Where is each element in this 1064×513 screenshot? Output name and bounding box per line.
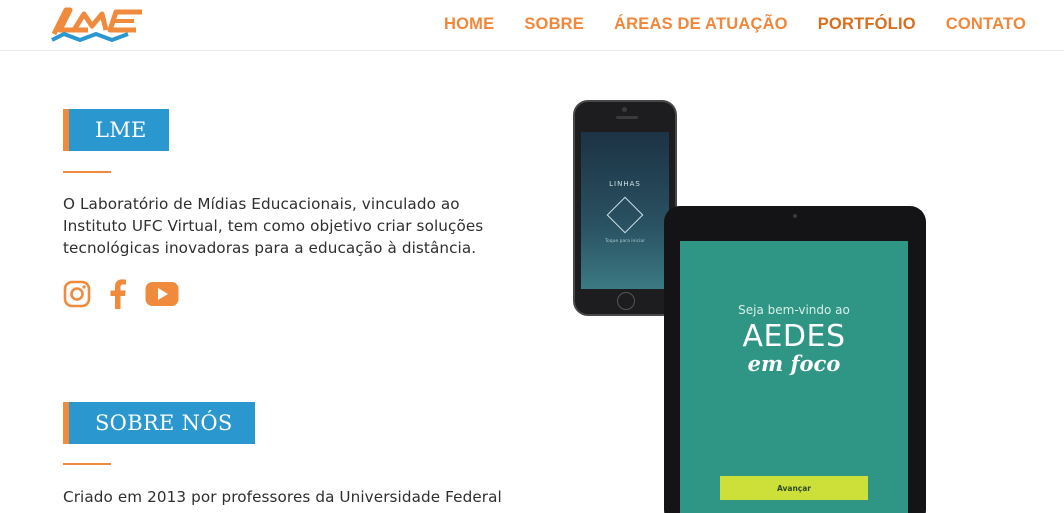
tablet-brand-subtitle: em foco xyxy=(747,351,841,376)
intro-line: Instituto UFC Virtual, tem como objetivo… xyxy=(63,217,484,235)
tablet-brand-title: AEDES xyxy=(742,319,846,354)
nav-portfolio[interactable]: PORTFÓLIO xyxy=(818,15,916,34)
nav-areas-de-atuacao[interactable]: ÁREAS DE ATUAÇÃO xyxy=(614,15,788,34)
intro-paragraph: O Laboratório de Mídias Educacionais, vi… xyxy=(63,193,483,259)
phone-screen: LINHAS Toque para iniciar xyxy=(581,132,669,289)
tablet-camera xyxy=(793,214,797,218)
lme-logo-graphic xyxy=(51,7,142,42)
youtube-icon[interactable] xyxy=(145,281,179,312)
lme-section-label: LME xyxy=(63,109,169,151)
phone-speaker xyxy=(616,116,638,119)
about-line: Criado em 2013 por professores da Univer… xyxy=(63,488,502,506)
main-nav: HOME SOBRE ÁREAS DE ATUAÇÃO PORTFÓLIO CO… xyxy=(444,15,1026,34)
instagram-icon[interactable] xyxy=(63,280,91,313)
phone-mockup: LINHAS Toque para iniciar xyxy=(573,100,677,316)
social-links xyxy=(63,279,179,314)
avancar-button[interactable]: Avançar xyxy=(720,476,868,500)
sobre-nos-heading: SOBRE NÓS xyxy=(69,402,255,444)
nav-contato[interactable]: CONTATO xyxy=(946,15,1026,34)
lme-logo[interactable] xyxy=(50,4,146,44)
intro-line: O Laboratório de Mídias Educacionais, vi… xyxy=(63,195,460,213)
facebook-icon[interactable] xyxy=(109,279,127,314)
intro-line: tecnológicas inovadoras para a educação … xyxy=(63,239,477,257)
tablet-mockup: Seja bem-vindo ao AEDES em foco Avançar xyxy=(664,206,926,513)
phone-app-title: LINHAS xyxy=(609,180,641,188)
phone-tap-text: Toque para iniciar xyxy=(605,239,645,244)
lme-heading-underline xyxy=(63,171,111,173)
sobre-nos-section-label: SOBRE NÓS xyxy=(63,402,255,444)
site-header: HOME SOBRE ÁREAS DE ATUAÇÃO PORTFÓLIO CO… xyxy=(0,0,1064,51)
nav-sobre[interactable]: SOBRE xyxy=(524,15,584,34)
phone-home-button xyxy=(617,292,635,310)
lme-heading: LME xyxy=(69,109,169,151)
nav-home[interactable]: HOME xyxy=(444,15,494,34)
tablet-welcome-text: Seja bem-vindo ao xyxy=(738,303,850,317)
diamond-icon xyxy=(606,196,644,234)
phone-camera xyxy=(622,107,627,112)
about-paragraph: Criado em 2013 por professores da Univer… xyxy=(63,486,502,508)
tablet-screen: Seja bem-vindo ao AEDES em foco Avançar xyxy=(680,241,908,513)
sobre-nos-heading-underline xyxy=(63,463,111,465)
